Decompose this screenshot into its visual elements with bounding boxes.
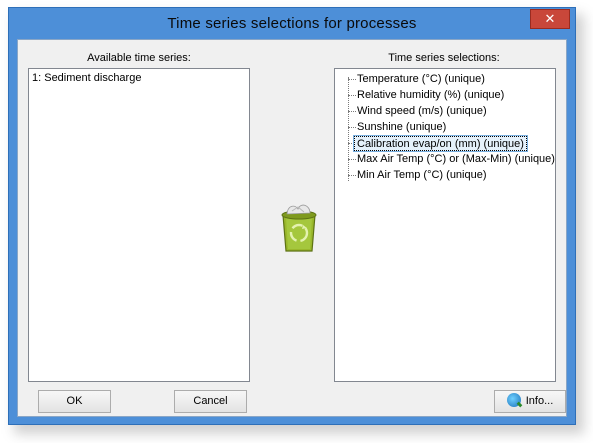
info-search-icon <box>506 393 521 408</box>
selected-series-tree[interactable]: Temperature (°C) (unique) Relative humid… <box>334 68 556 382</box>
tree-item-sunshine[interactable]: Sunshine (unique) <box>357 120 446 135</box>
tree-connector <box>348 111 356 112</box>
available-series-list[interactable]: 1: Sediment discharge <box>28 68 250 382</box>
window-title: Time series selections for processes <box>167 15 417 32</box>
tree-item-humidity[interactable]: Relative humidity (%) (unique) <box>357 88 504 103</box>
close-icon: ✕ <box>544 11 556 26</box>
dialog-client-area: Available time series: 1: Sediment disch… <box>17 39 567 417</box>
tree-item-min-air-temp[interactable]: Min Air Temp (°C) (unique) <box>357 168 487 183</box>
recycle-bin-icon[interactable] <box>276 201 322 253</box>
tree-connector <box>348 127 356 128</box>
dialog-window: Time series selections for processes ✕ A… <box>8 7 576 425</box>
available-series-label: Available time series: <box>87 52 191 64</box>
info-button[interactable]: Info... <box>494 390 566 413</box>
tree-item-calibration-evap[interactable]: Calibration evap/on (mm) (unique) <box>353 135 528 152</box>
info-button-label: Info... <box>525 395 554 407</box>
tree-connector <box>348 77 349 181</box>
list-item[interactable]: 1: Sediment discharge <box>32 72 141 84</box>
ok-button[interactable]: OK <box>38 390 111 413</box>
tree-item-max-air-temp[interactable]: Max Air Temp (°C) or (Max-Min) (unique) <box>357 152 555 167</box>
tree-item-temperature[interactable]: Temperature (°C) (unique) <box>357 72 485 87</box>
tree-connector <box>348 159 356 160</box>
tree-connector <box>348 79 356 80</box>
selected-series-label: Time series selections: <box>388 52 500 64</box>
title-bar[interactable]: Time series selections for processes ✕ <box>9 8 575 38</box>
cancel-button[interactable]: Cancel <box>174 390 247 413</box>
tree-item-wind-speed[interactable]: Wind speed (m/s) (unique) <box>357 104 487 119</box>
tree-connector <box>348 95 356 96</box>
tree-connector <box>348 175 356 176</box>
close-button[interactable]: ✕ <box>530 9 570 29</box>
